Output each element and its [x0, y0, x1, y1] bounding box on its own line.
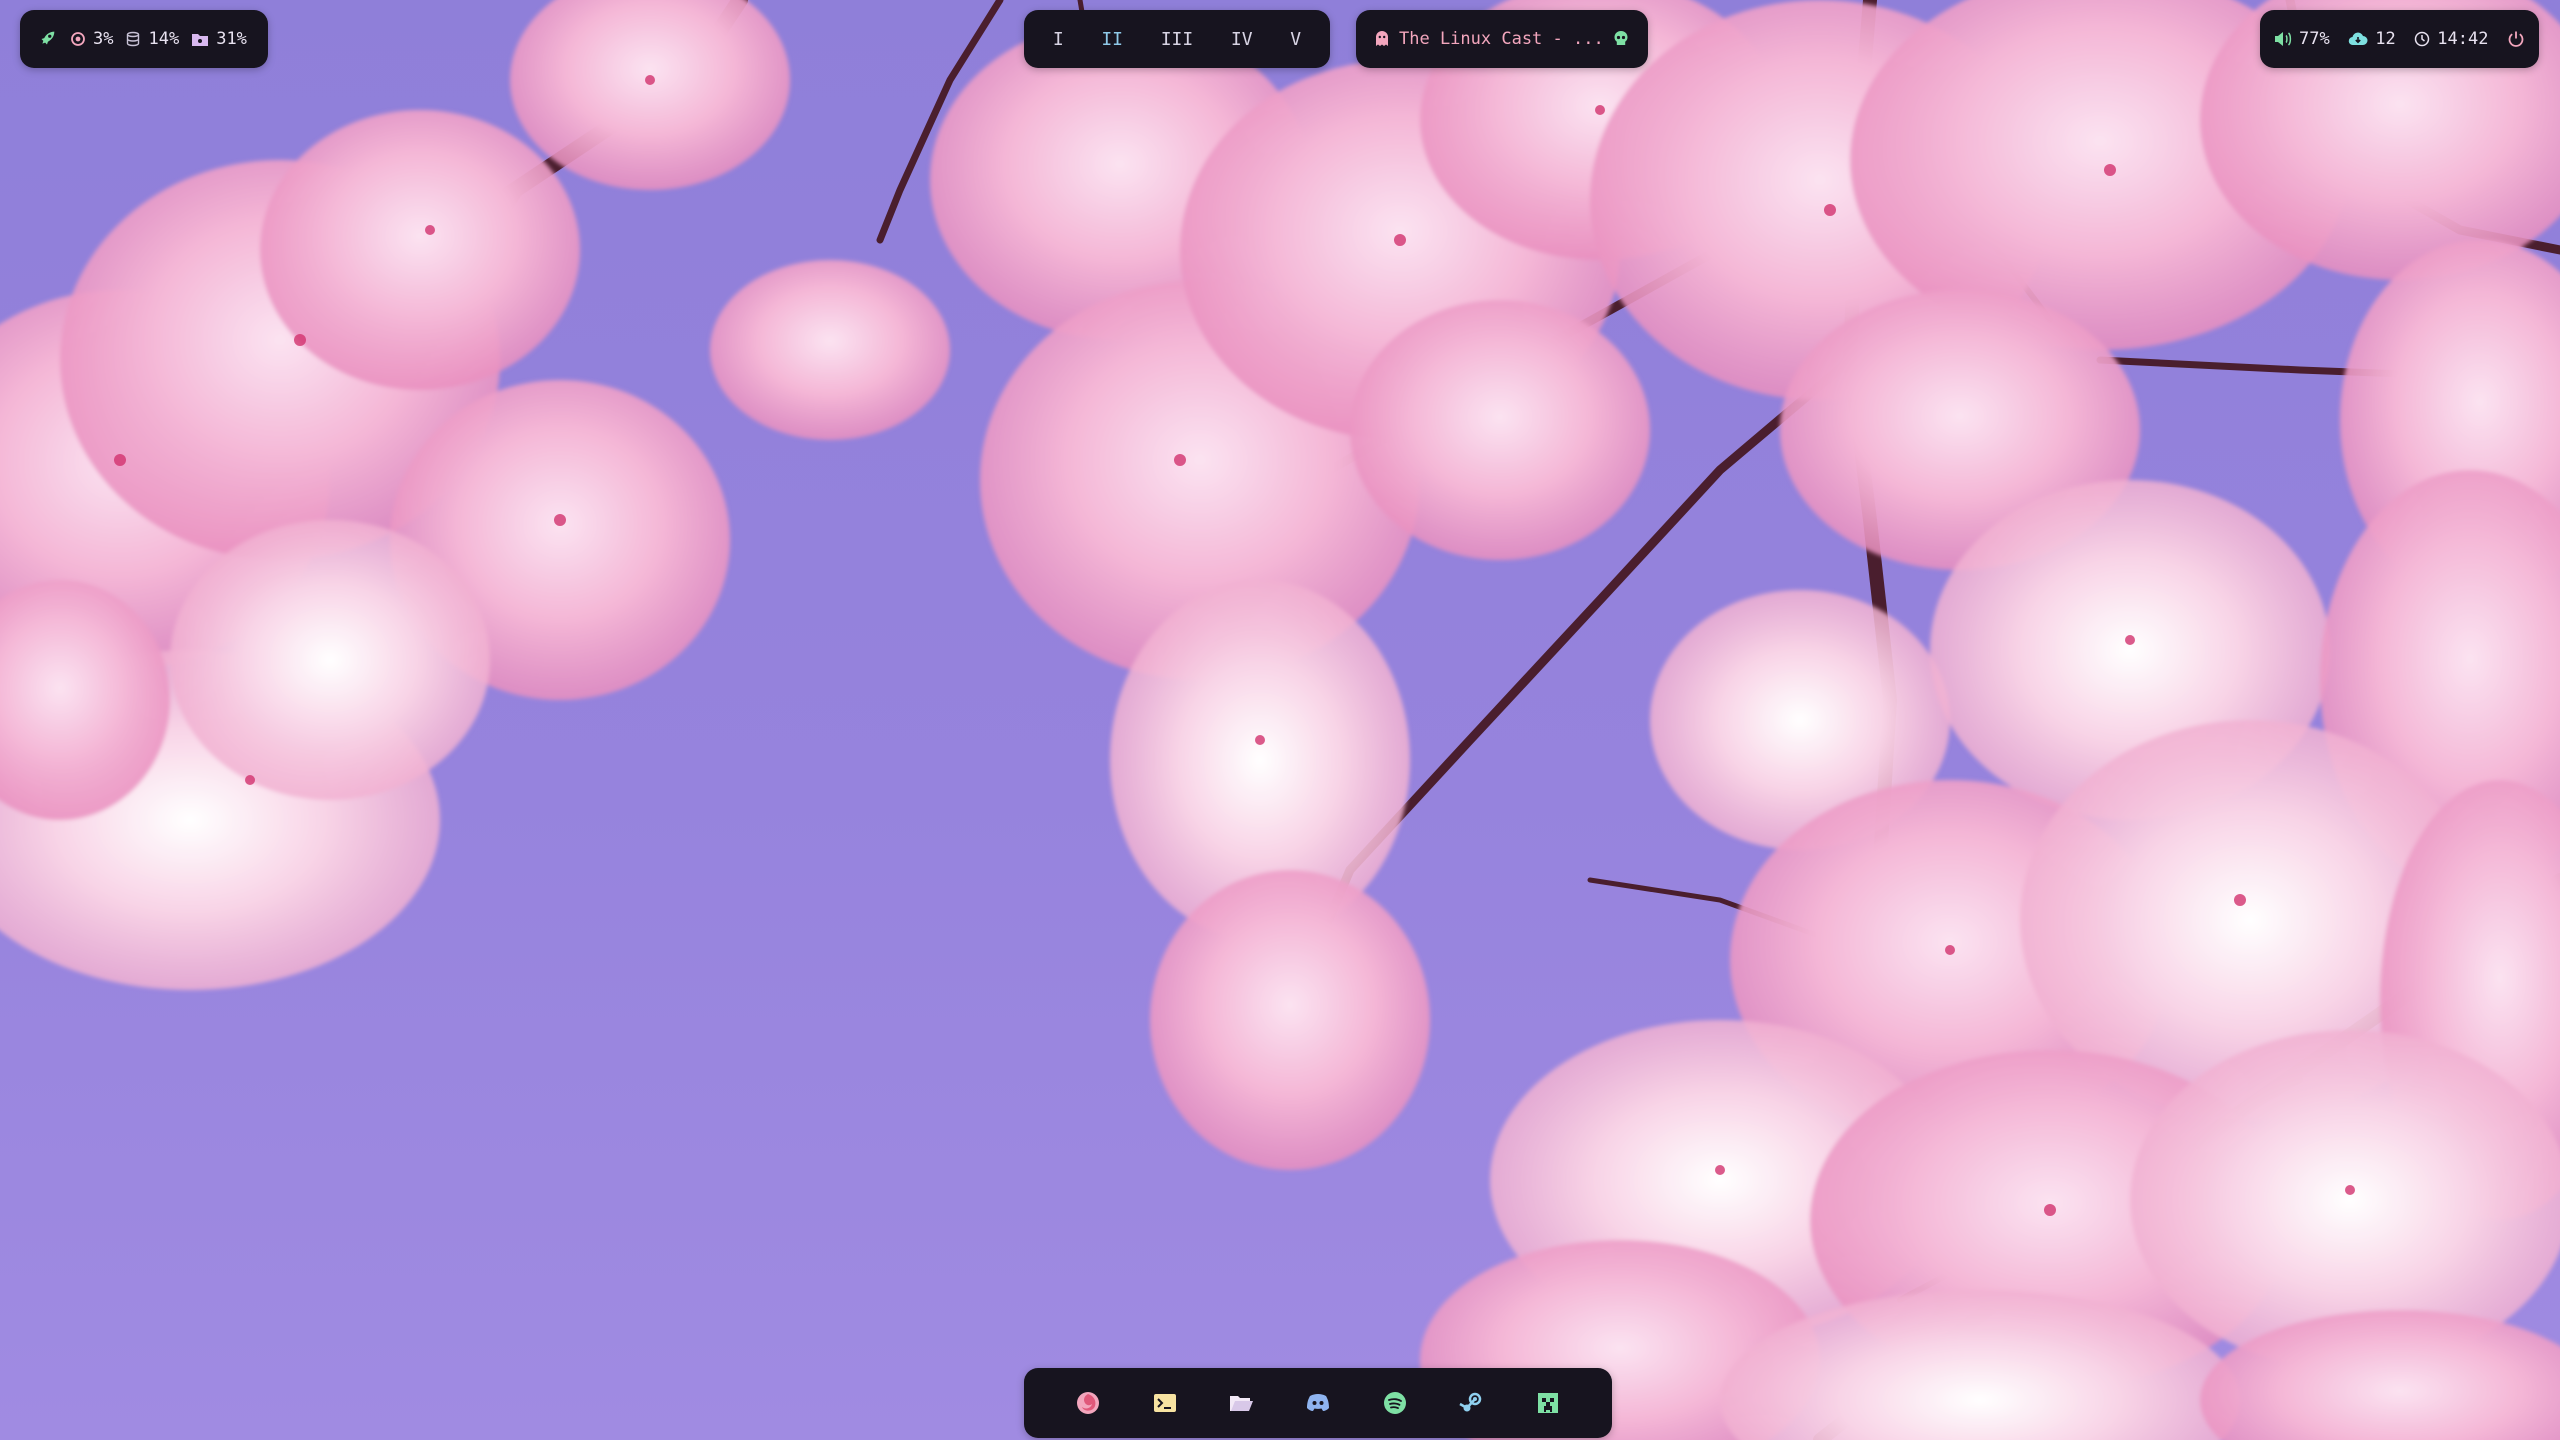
spotify-icon[interactable]: [1380, 1388, 1410, 1418]
clock-icon: [2414, 31, 2430, 47]
folder-open-icon[interactable]: [1226, 1388, 1256, 1418]
steam-icon[interactable]: [1456, 1388, 1486, 1418]
workspace-4[interactable]: IV: [1223, 25, 1261, 54]
workspace-5[interactable]: V: [1282, 25, 1309, 54]
disk-value: 31%: [216, 29, 247, 49]
volume-icon: [2274, 31, 2292, 47]
workspace-1[interactable]: I: [1045, 25, 1072, 54]
clock[interactable]: 14:42: [2414, 29, 2488, 49]
app-dock: [1024, 1368, 1612, 1438]
workspace-3[interactable]: III: [1153, 25, 1202, 54]
status-bar: 77% 12 14:42: [2260, 10, 2539, 68]
folder-icon: [191, 31, 209, 47]
memory-usage: 14%: [125, 29, 179, 49]
cloud-download-icon: [2348, 31, 2368, 47]
cherry-blossom-wallpaper: [0, 0, 2560, 1440]
volume-value: 77%: [2299, 29, 2330, 49]
rocket-icon[interactable]: [36, 28, 58, 50]
spotify-ghost-icon: [1374, 30, 1390, 48]
memory-value: 14%: [148, 29, 180, 49]
updates-value: 12: [2375, 29, 2396, 49]
workspace-2[interactable]: II: [1093, 25, 1131, 54]
cpu-icon: [70, 31, 86, 47]
terminal-icon[interactable]: [1150, 1388, 1180, 1418]
cpu-usage: 3%: [70, 29, 113, 49]
media-title: The Linux Cast - ...: [1399, 29, 1604, 49]
minecraft-icon[interactable]: [1533, 1388, 1563, 1418]
volume-control[interactable]: 77%: [2274, 29, 2330, 49]
clock-value: 14:42: [2437, 29, 2489, 49]
firefox-icon[interactable]: [1073, 1388, 1103, 1418]
disk-usage: 31%: [191, 29, 247, 49]
updates-indicator[interactable]: 12: [2348, 29, 2396, 49]
workspace-switcher: I II III IV V: [1024, 10, 1330, 68]
power-icon[interactable]: [2507, 30, 2525, 48]
discord-icon[interactable]: [1303, 1388, 1333, 1418]
media-player-widget[interactable]: The Linux Cast - ...: [1356, 10, 1648, 68]
system-monitor-bar: 3% 14% 31%: [20, 10, 268, 68]
skull-icon[interactable]: [1613, 30, 1629, 48]
cpu-value: 3%: [93, 29, 114, 49]
database-icon: [125, 31, 141, 47]
